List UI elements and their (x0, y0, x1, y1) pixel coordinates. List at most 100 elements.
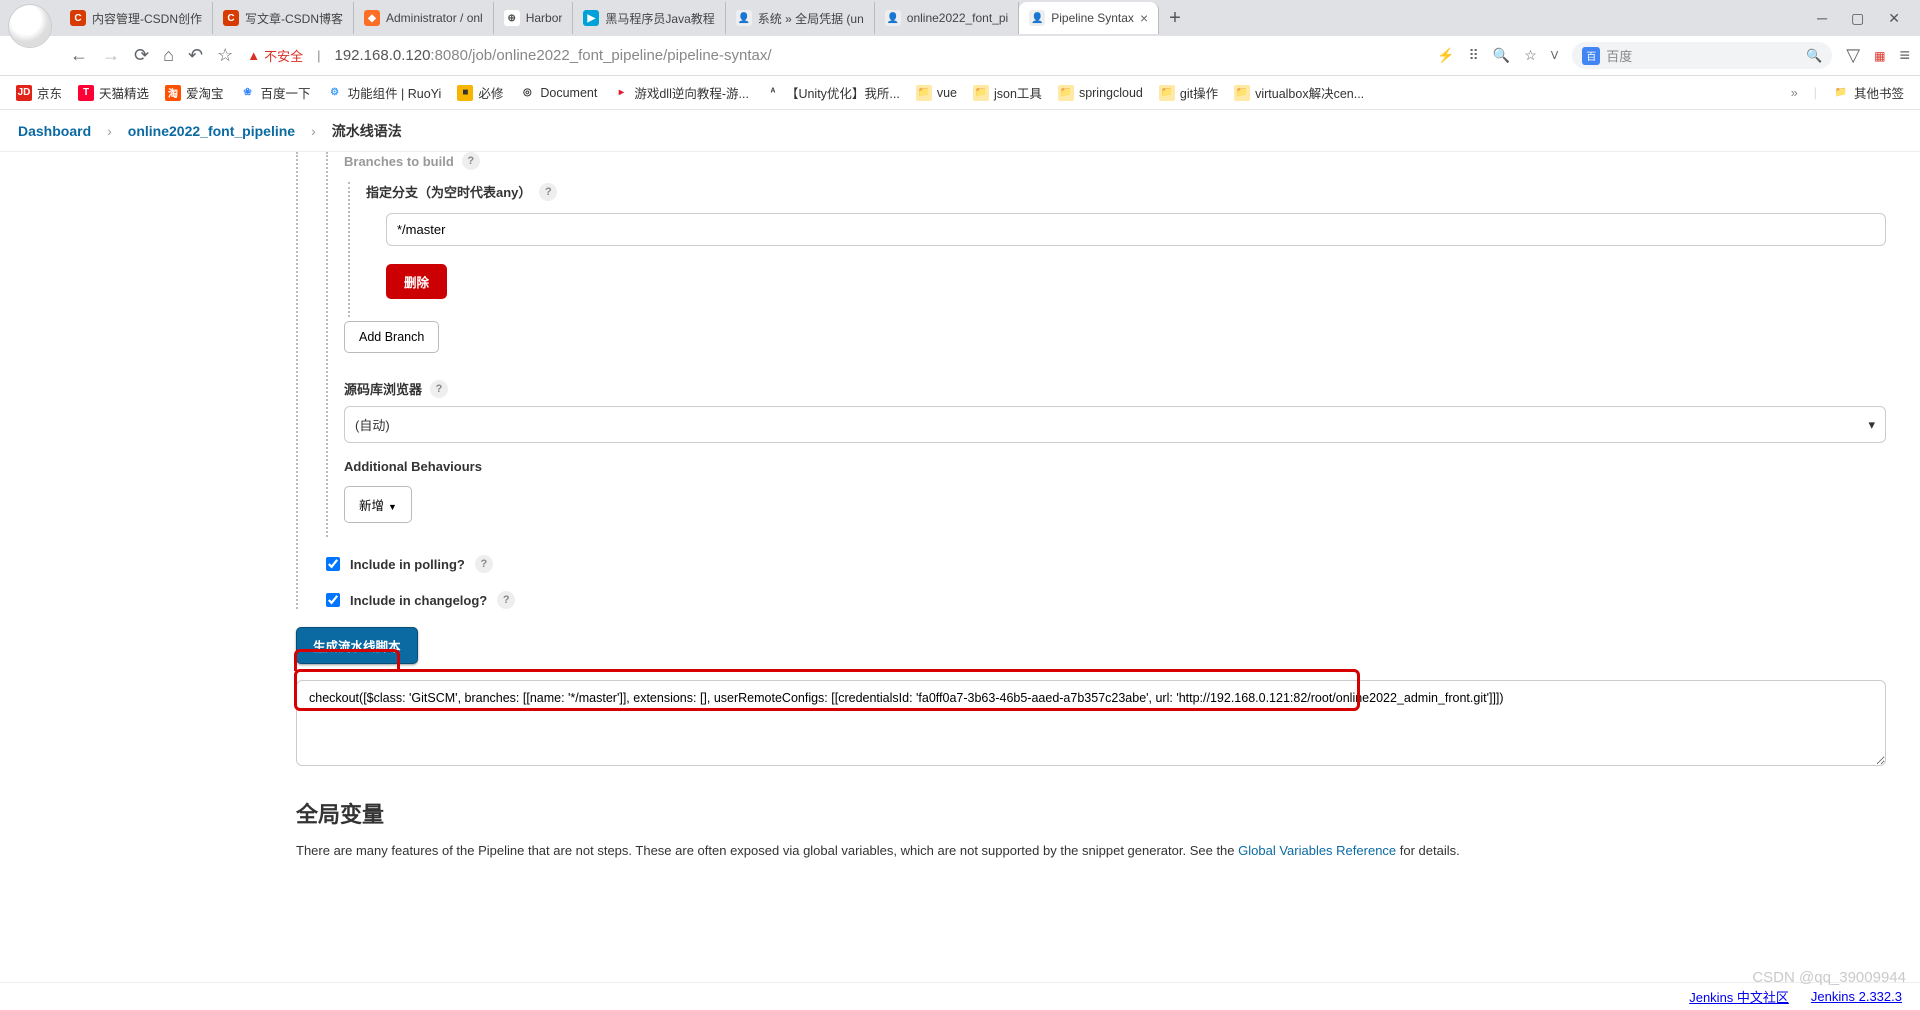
bookmark-star-icon[interactable]: ☆ (1524, 47, 1537, 64)
tab-label: online2022_font_pi (907, 11, 1008, 25)
bookmark-icon: ⚙ (327, 85, 343, 101)
profile-avatar[interactable] (8, 4, 52, 48)
include-polling-checkbox[interactable] (326, 557, 340, 571)
zoom-icon[interactable]: 🔍 (1493, 47, 1510, 64)
generate-script-button[interactable]: 生成流水线脚本 (296, 627, 418, 664)
bookmark-icon: 淘 (165, 85, 181, 101)
menu-icon[interactable]: ≡ (1899, 45, 1910, 66)
branch-spec-input[interactable] (386, 213, 1886, 246)
tab-favicon: ⊕ (504, 10, 520, 26)
bookmark-label: 百度一下 (261, 83, 311, 102)
tab-favicon: C (223, 10, 239, 26)
bookmark-label: 天猫精选 (99, 83, 149, 102)
tab-favicon: ◆ (364, 10, 380, 26)
bookmarks-overflow-icon[interactable]: » (1791, 86, 1798, 100)
include-polling-label: Include in polling? (350, 557, 465, 572)
breadcrumb-project[interactable]: online2022_font_pipeline (128, 123, 295, 139)
flash-icon[interactable]: ⚡ (1437, 47, 1454, 64)
new-tab-button[interactable]: + (1159, 7, 1191, 30)
star-icon[interactable]: ☆ (217, 45, 233, 66)
security-indicator[interactable]: ▲ 不安全 (247, 46, 303, 65)
repo-browser-label: 源码库浏览器 (344, 379, 422, 398)
bookmark-label: 功能组件 | RuoYi (348, 83, 442, 102)
bookmark-item[interactable]: 📁json工具 (973, 83, 1042, 102)
help-icon[interactable]: ? (497, 591, 515, 609)
browser-tab[interactable]: 👤系统 » 全局凭据 (un (726, 2, 875, 34)
repo-browser-select[interactable]: (自动) ▾ (344, 406, 1886, 443)
tab-favicon: 👤 (1029, 10, 1045, 26)
forward-icon[interactable]: → (102, 45, 120, 66)
browser-tab[interactable]: C写文章-CSDN博客 (213, 2, 354, 34)
generated-script-output[interactable]: checkout([$class: 'GitSCM', branches: [[… (296, 680, 1886, 766)
bookmark-item[interactable]: 淘爱淘宝 (165, 83, 224, 102)
bookmark-icon: 📁 (1159, 85, 1175, 101)
bookmark-item[interactable]: ◎Document (519, 85, 597, 101)
bookmark-icon: ■ (457, 85, 473, 101)
jenkins-community-link[interactable]: Jenkins 中文社区 (1689, 987, 1789, 1006)
pdf-icon[interactable]: ▦ (1874, 49, 1885, 63)
back-icon[interactable]: ← (70, 45, 88, 66)
home-icon[interactable]: ⌂ (163, 45, 174, 66)
page-content: Branches to build ? 指定分支（为空时代表any） ? 删除 … (0, 152, 1920, 982)
browser-tab-strip: C内容管理-CSDN创作C写文章-CSDN博客◆Administrator / … (0, 0, 1920, 36)
bookmark-item[interactable]: 📁springcloud (1058, 85, 1143, 101)
url-display[interactable]: 192.168.0.120:8080/job/online2022_font_p… (334, 47, 1423, 64)
bookmark-label: virtualbox解决cen... (1255, 83, 1364, 102)
add-branch-button[interactable]: Add Branch (344, 321, 439, 353)
close-tab-icon[interactable]: × (1140, 10, 1148, 26)
maximize-icon[interactable]: ▢ (1851, 10, 1864, 27)
browser-tab[interactable]: 👤online2022_font_pi (875, 2, 1019, 34)
bookmark-icon: 📁 (916, 85, 932, 101)
breadcrumb-dashboard[interactable]: Dashboard (18, 123, 91, 139)
browser-tab[interactable]: ⊕Harbor (494, 2, 574, 34)
bookmark-item[interactable]: ❀百度一下 (240, 83, 311, 102)
browser-tab[interactable]: ◆Administrator / onl (354, 2, 494, 34)
folder-icon: 📁 (1833, 85, 1849, 101)
help-icon[interactable]: ? (462, 152, 480, 170)
translate-icon[interactable]: ⠿ (1469, 47, 1479, 64)
browser-tab[interactable]: 👤Pipeline Syntax× (1019, 2, 1159, 34)
delete-branch-button[interactable]: 删除 (386, 264, 447, 299)
bookmarks-bar: JD京东 T 天猫精选淘爱淘宝 ❀百度一下 ⚙ 功能组件 | RuoYi ■必修 ◎Docum… (0, 76, 1920, 110)
bookmark-item[interactable]: ⚙ 功能组件 | RuoYi (327, 83, 442, 102)
help-icon[interactable]: ? (430, 380, 448, 398)
other-bookmarks[interactable]: 📁 其他书签 (1833, 83, 1904, 102)
global-variables-reference-link[interactable]: Global Variables Reference (1238, 843, 1396, 858)
chevron-down-icon: ▼ (388, 502, 397, 512)
filter-icon[interactable]: ▽ (1846, 45, 1860, 66)
bookmark-label: 京东 (37, 83, 62, 102)
bookmark-label: 【Unity优化】我所... (786, 83, 900, 102)
chevron-right-icon: › (107, 123, 112, 139)
browser-tab[interactable]: C内容管理-CSDN创作 (60, 2, 213, 34)
bookmark-icon: 📁 (1234, 85, 1250, 101)
bookmark-item[interactable]: ▸游戏dll逆向教程-游... (613, 83, 749, 102)
undo-icon[interactable]: ↶ (188, 45, 203, 66)
close-window-icon[interactable]: ✕ (1888, 10, 1900, 27)
jenkins-version-link[interactable]: Jenkins 2.332.3 (1811, 989, 1902, 1004)
help-icon[interactable]: ? (475, 555, 493, 573)
help-icon[interactable]: ? (539, 183, 557, 201)
breadcrumb-page: 流水线语法 (332, 121, 402, 141)
branch-spec-label: 指定分支（为空时代表any） (366, 182, 531, 201)
global-variables-heading: 全局变量 (296, 797, 1886, 829)
include-changelog-checkbox[interactable] (326, 593, 340, 607)
bookmark-item[interactable]: 📁git操作 (1159, 83, 1218, 102)
bookmark-label: vue (937, 86, 957, 100)
branches-to-build-label: Branches to build (344, 154, 454, 169)
bookmark-item[interactable]: 📁 virtualbox解决cen... (1234, 83, 1364, 102)
minimize-icon[interactable]: ─ (1817, 10, 1827, 27)
bookmark-label: springcloud (1079, 86, 1143, 100)
warning-icon: ▲ (247, 48, 260, 63)
bookmark-icon: T (78, 85, 94, 101)
browser-search-input[interactable]: 百 百度 🔍 (1572, 42, 1832, 69)
bookmark-icon: ◎ (519, 85, 535, 101)
bookmark-item[interactable]: ■必修 (457, 83, 503, 102)
add-behaviour-button[interactable]: 新增▼ (344, 486, 412, 523)
reload-icon[interactable]: ⟳ (134, 45, 149, 66)
bookmark-item[interactable]: T 天猫精选 (78, 83, 149, 102)
bookmark-item[interactable]: 📁 vue (916, 85, 957, 101)
browser-tab[interactable]: ▶黑马程序员Java教程 (573, 2, 725, 34)
chevron-down-icon[interactable]: ᐯ (1551, 49, 1559, 62)
bookmark-item[interactable]: JD京东 (16, 83, 62, 102)
bookmark-item[interactable]: ᴬ【Unity优化】我所... (765, 83, 900, 102)
